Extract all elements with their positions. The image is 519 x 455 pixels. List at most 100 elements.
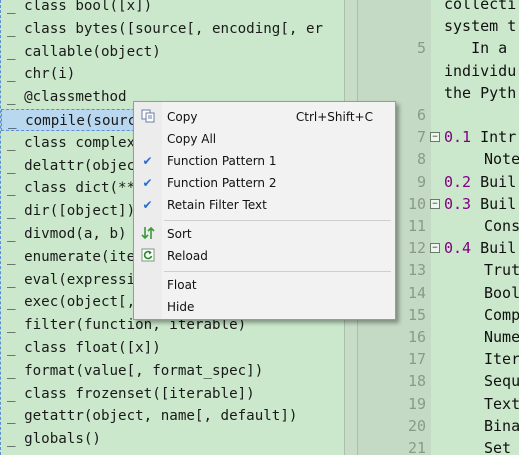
line-content: collecti	[444, 0, 517, 13]
line-number: 19	[407, 394, 426, 413]
editor-line[interactable]: 16 Nume	[358, 326, 519, 348]
line-content: Intr	[471, 128, 517, 147]
menu-item-copy[interactable]: Copy Ctrl+Shift+C	[136, 106, 393, 128]
menu-item-shortcut: Ctrl+Shift+C	[295, 110, 373, 124]
menu-item-function-pattern-1[interactable]: ✔ Function Pattern 1	[136, 150, 393, 172]
editor-line-text: Note	[484, 148, 519, 170]
menu-item-label: Copy All	[167, 132, 217, 146]
section-number: 0.2	[444, 172, 472, 191]
editor-line-text: 0.4 Buil	[444, 237, 516, 259]
editor-line-text: Set	[484, 437, 511, 455]
fold-toggle-icon[interactable]: −	[430, 243, 440, 254]
fold-toggle-icon[interactable]: −	[430, 132, 440, 143]
editor-line[interactable]: 20 Bina	[358, 415, 519, 437]
line-number: 18	[407, 372, 426, 391]
line-content: Buil	[471, 239, 517, 258]
menu-item-label: Retain Filter Text	[167, 198, 267, 212]
function-list-item[interactable]: _ globals()	[1, 428, 341, 450]
menu-item-hide[interactable]: Hide	[136, 296, 393, 318]
function-list-item[interactable]: _ chr(i)	[1, 63, 341, 85]
copy-icon	[139, 109, 156, 125]
checkmark-icon: ✔	[142, 154, 153, 168]
line-content: Trut	[484, 261, 519, 280]
menu-item-label: Hide	[167, 300, 195, 314]
editor-line-text: 0.3 Buil	[444, 193, 516, 215]
editor-line-text: the Pyth	[444, 82, 516, 104]
line-content: individu	[444, 61, 517, 80]
menu-item-function-pattern-2[interactable]: ✔ Function Pattern 2	[136, 172, 393, 194]
editor-line-text: Bina	[484, 415, 519, 437]
line-content: Set	[484, 439, 512, 455]
line-content: Note	[484, 150, 519, 169]
section-number: 0.4	[444, 239, 472, 258]
menu-item-label: Function Pattern 2	[167, 176, 277, 190]
editor-line-text: In a	[444, 37, 507, 59]
menu-item-retain-filter-text[interactable]: ✔ Retain Filter Text	[136, 194, 393, 216]
line-content: Sequ	[484, 372, 519, 391]
line-content: system t	[444, 17, 517, 36]
editor-line[interactable]: 21 Set	[358, 437, 519, 455]
menu-item-reload[interactable]: Reload	[136, 245, 393, 267]
menu-item-label: Reload	[167, 249, 208, 263]
section-number: 0.1	[444, 128, 472, 147]
editor-line-text: Sequ	[484, 370, 519, 392]
line-content: Iter	[484, 350, 519, 369]
editor-line[interactable]: 17 Iter	[358, 348, 519, 370]
editor-line-text: collecti	[444, 0, 516, 15]
reload-icon	[139, 248, 156, 264]
editor-line-text: Text	[484, 393, 519, 415]
editor-line[interactable]: collecti	[358, 0, 519, 15]
editor-line-text: Nume	[484, 326, 519, 348]
editor-line-text: system t	[444, 15, 516, 37]
editor-line-text: 0.1 Intr	[444, 126, 516, 148]
function-list-item[interactable]: _ callable(object)	[1, 41, 341, 63]
editor-line-text: individu	[444, 60, 516, 82]
editor-line-text: Iter	[484, 348, 519, 370]
editor-line[interactable]: 18 Sequ	[358, 370, 519, 392]
menu-item-copy-all[interactable]: Copy All	[136, 128, 393, 150]
menu-separator	[164, 220, 391, 221]
line-content: Bool	[484, 283, 519, 302]
line-content: Comp	[484, 305, 519, 324]
section-number: 0.3	[444, 194, 472, 213]
line-content: In a	[444, 39, 508, 58]
function-list-item[interactable]: _ class bool([x])	[1, 0, 341, 17]
checkmark-icon: ✔	[142, 198, 153, 212]
line-content: the Pyth	[444, 83, 517, 102]
context-menu: Copy Ctrl+Shift+C Copy All ✔ Function Pa…	[133, 101, 396, 320]
line-content: Bina	[484, 416, 519, 435]
menu-item-label: Function Pattern 1	[167, 154, 277, 168]
fold-toggle-icon[interactable]: −	[430, 198, 440, 209]
line-content: Cons	[484, 217, 519, 235]
line-number: 20	[407, 416, 426, 435]
sort-icon	[139, 226, 156, 242]
menu-item-label: Float	[167, 278, 197, 292]
function-list-item[interactable]: _ getattr(object, name[, default])	[1, 405, 341, 427]
line-number: 17	[407, 350, 426, 369]
function-list-item[interactable]: _ hasattr(object, name)	[1, 451, 341, 455]
function-list-item[interactable]: _ format(value[, format_spec])	[1, 360, 341, 382]
menu-item-float[interactable]: Float	[136, 274, 393, 296]
editor-line[interactable]: individu	[358, 60, 519, 82]
editor-line[interactable]: 5 In a	[358, 37, 519, 59]
line-content: Buil	[471, 194, 517, 213]
menu-item-label: Copy	[167, 110, 198, 124]
checkmark-icon: ✔	[142, 176, 153, 190]
line-number: 5	[416, 39, 426, 58]
editor-line[interactable]: system t	[358, 15, 519, 37]
editor-line-text: 0.2 Buil	[444, 171, 516, 193]
editor-line-text: Cons	[484, 215, 519, 237]
menu-item-sort[interactable]: Sort	[136, 223, 393, 245]
menu-separator	[164, 271, 391, 272]
menu-item-label: Sort	[167, 227, 192, 241]
function-list-item[interactable]: _ class frozenset([iterable])	[1, 383, 341, 405]
editor-line-text: Comp	[484, 304, 519, 326]
editor-line-text: Trut	[484, 259, 519, 281]
line-content: Nume	[484, 328, 519, 346]
editor-line[interactable]: 19 Text	[358, 393, 519, 415]
function-list-item[interactable]: _ class float([x])	[1, 337, 341, 359]
function-list-item[interactable]: _ class bytes([source[, encoding[, er	[1, 18, 341, 40]
line-content: Buil	[471, 172, 517, 191]
line-content: Text	[484, 394, 519, 413]
line-number: 21	[407, 439, 426, 455]
